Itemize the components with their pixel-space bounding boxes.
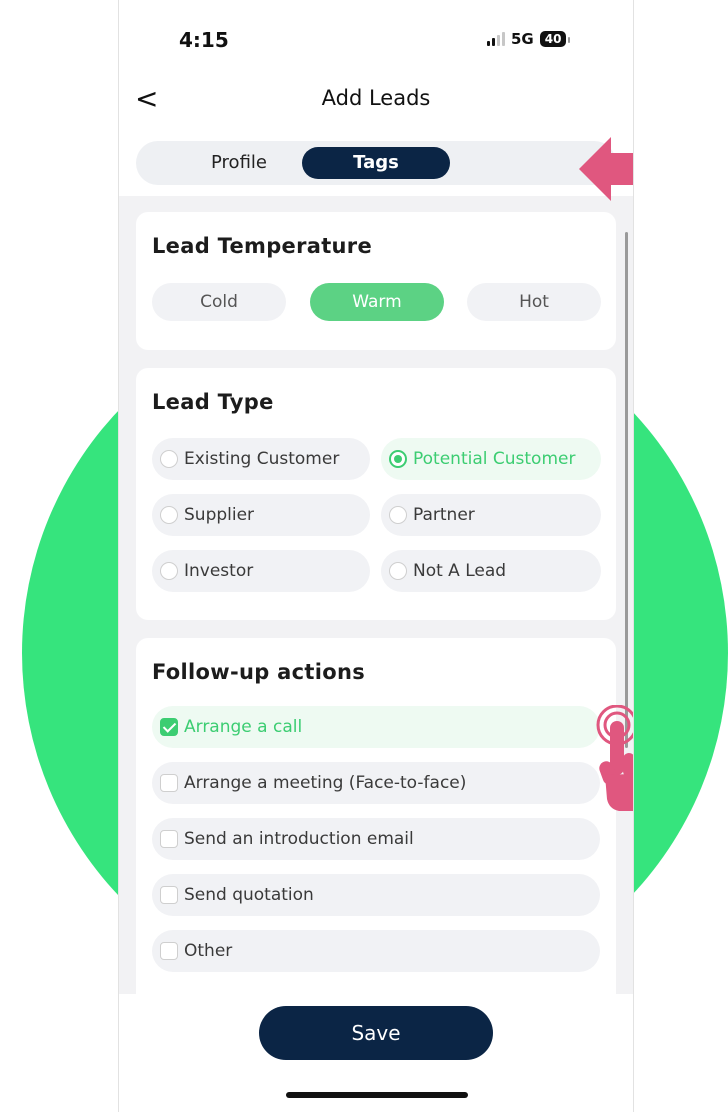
follow-up-label: Other — [184, 941, 233, 961]
status-indicators: 5G 40 — [487, 30, 571, 48]
follow-up-other[interactable]: Other — [152, 930, 600, 972]
lead-type-partner[interactable]: Partner — [381, 494, 601, 536]
segmented-tabs: Profile Tags — [136, 141, 616, 185]
lead-temperature-card: Lead Temperature Cold Warm Hot — [136, 212, 616, 350]
lead-type-title: Lead Type — [152, 390, 274, 414]
network-label: 5G — [511, 30, 534, 48]
tabs-container: Profile Tags — [119, 136, 633, 196]
lead-type-label: Investor — [184, 561, 254, 581]
tab-profile[interactable]: Profile — [174, 147, 304, 179]
save-button[interactable]: Save — [259, 1006, 493, 1060]
radio-icon — [160, 562, 178, 580]
lead-type-potential-customer[interactable]: Potential Customer — [381, 438, 601, 480]
follow-up-label: Send an introduction email — [184, 829, 414, 849]
lead-type-card: Lead Type Existing Customer Potential Cu… — [136, 368, 616, 620]
lead-type-label: Existing Customer — [184, 449, 340, 469]
signal-icon — [487, 32, 505, 46]
follow-up-label: Arrange a meeting (Face-to-face) — [184, 773, 467, 793]
follow-up-label: Arrange a call — [184, 717, 303, 737]
arrow-left-icon — [579, 137, 633, 201]
tap-hand-icon — [596, 705, 633, 811]
checkbox-checked-icon — [160, 718, 178, 736]
checkbox-icon — [160, 830, 178, 848]
lead-type-label: Partner — [413, 505, 475, 525]
status-bar: 4:15 5G 40 — [119, 0, 633, 80]
lead-type-investor[interactable]: Investor — [152, 550, 370, 592]
follow-up-arrange-call[interactable]: Arrange a call — [152, 706, 600, 748]
lead-type-label: Supplier — [184, 505, 255, 525]
follow-up-send-email[interactable]: Send an introduction email — [152, 818, 600, 860]
radio-selected-icon — [389, 450, 407, 468]
temperature-hot-button[interactable]: Hot — [467, 283, 601, 321]
follow-up-card: Follow-up actions Arrange a call Arrange… — [136, 638, 616, 1008]
radio-icon — [160, 450, 178, 468]
page-title: Add Leads — [321, 86, 431, 110]
temperature-warm-button[interactable]: Warm — [310, 283, 444, 321]
follow-up-send-quotation[interactable]: Send quotation — [152, 874, 600, 916]
temperature-cold-button[interactable]: Cold — [152, 283, 286, 321]
bottom-bar: Save — [119, 994, 633, 1112]
radio-icon — [389, 506, 407, 524]
lead-type-existing-customer[interactable]: Existing Customer — [152, 438, 370, 480]
phone-screen: 4:15 5G 40 < Add Leads Profile Tags Lead… — [118, 0, 634, 1112]
radio-icon — [160, 506, 178, 524]
navigation-bar: < Add Leads — [119, 80, 633, 136]
home-indicator[interactable] — [286, 1092, 468, 1098]
checkbox-icon — [160, 774, 178, 792]
lead-type-label: Not A Lead — [413, 561, 507, 581]
scrollbar[interactable] — [625, 232, 628, 748]
checkbox-icon — [160, 942, 178, 960]
lead-temperature-title: Lead Temperature — [152, 234, 372, 258]
follow-up-title: Follow-up actions — [152, 660, 365, 684]
follow-up-arrange-meeting[interactable]: Arrange a meeting (Face-to-face) — [152, 762, 600, 804]
checkbox-icon — [160, 886, 178, 904]
lead-type-supplier[interactable]: Supplier — [152, 494, 370, 536]
tab-tags[interactable]: Tags — [302, 147, 450, 179]
lead-type-label: Potential Customer — [413, 449, 576, 469]
follow-up-label: Send quotation — [184, 885, 314, 905]
lead-type-not-a-lead[interactable]: Not A Lead — [381, 550, 601, 592]
status-time: 4:15 — [179, 28, 229, 52]
battery-icon: 40 — [539, 31, 571, 47]
radio-icon — [389, 562, 407, 580]
